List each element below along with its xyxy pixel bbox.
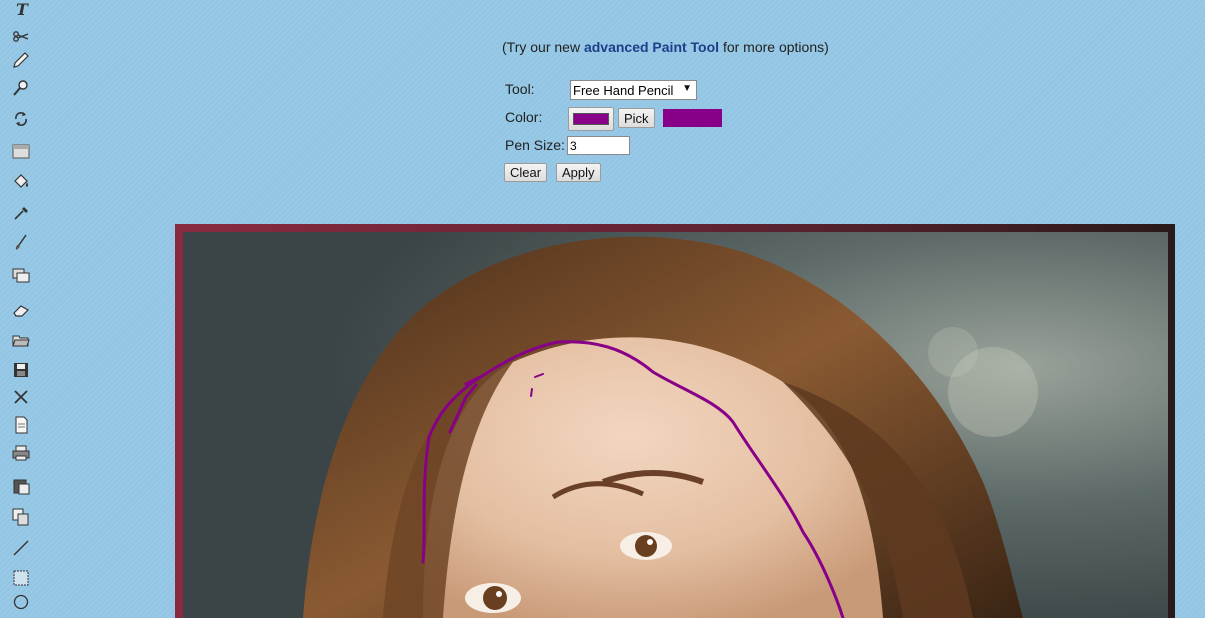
eraser-tool-button[interactable] [8, 298, 34, 322]
close-tool-button[interactable] [8, 385, 34, 409]
clear-button[interactable]: Clear [504, 163, 548, 182]
paste-tool-button[interactable] [8, 474, 34, 498]
zoom-icon [13, 80, 28, 96]
line-icon [13, 540, 29, 556]
eye-highlight [496, 591, 502, 597]
current-color-swatch [663, 109, 722, 127]
rectangle-tool-button[interactable] [8, 566, 34, 590]
print-tool-button[interactable] [8, 441, 34, 465]
tool-palette: T [8, 0, 34, 618]
copy-icon [12, 508, 29, 526]
text-icon: T [16, 0, 29, 18]
fill-tool-button[interactable] [8, 170, 34, 194]
scissors-icon [13, 31, 29, 42]
cut-tool-button[interactable] [8, 24, 34, 48]
canvas-image [183, 232, 1168, 618]
advanced-paint-tool-link[interactable]: advanced Paint Tool [584, 39, 719, 55]
copy-tool-button[interactable] [8, 505, 34, 529]
eraser-icon [13, 305, 29, 317]
circle-tool-button[interactable] [8, 590, 34, 614]
left-iris [483, 586, 507, 610]
text-tool-button[interactable]: T [8, 0, 34, 21]
color-row: Color: [505, 109, 542, 125]
layers-tool-button[interactable] [8, 263, 34, 287]
pencil-stroke [530, 388, 533, 397]
close-icon [14, 390, 28, 404]
fill-bucket-icon [14, 174, 28, 188]
new-document-icon [15, 416, 28, 434]
pencil-icon [13, 52, 29, 68]
layers-icon [12, 268, 30, 283]
pick-button[interactable]: Pick [618, 108, 655, 128]
save-tool-button[interactable] [8, 358, 34, 382]
bokeh-light [928, 327, 978, 377]
tool-label: Tool: [505, 81, 535, 97]
save-icon [14, 363, 28, 377]
gradient-tool-button[interactable] [8, 139, 34, 163]
color-label: Color: [505, 109, 543, 125]
gradient-icon [12, 144, 30, 159]
pen-size-input[interactable] [567, 136, 630, 155]
tool-row: Tool: [505, 81, 535, 97]
promo-prefix: (Try our new [502, 39, 584, 55]
tool-select-input[interactable]: Free Hand Pencil [570, 80, 697, 100]
zoom-tool-button[interactable] [8, 76, 34, 100]
brush-icon [15, 234, 27, 250]
eye-highlight [647, 539, 653, 545]
color-chip [573, 113, 609, 125]
svg-text:T: T [16, 0, 29, 18]
color-picker-button[interactable] [568, 107, 614, 131]
new-tool-button[interactable] [8, 413, 34, 437]
promo-text: (Try our new advanced Paint Tool for mor… [502, 39, 829, 55]
rotate-tool-button[interactable] [8, 107, 34, 131]
line-tool-button[interactable] [8, 536, 34, 560]
print-icon [12, 445, 30, 461]
open-folder-icon [12, 335, 30, 347]
eyedropper-tool-button[interactable] [8, 202, 34, 226]
promo-suffix: for more options) [719, 39, 829, 55]
rectangle-select-icon [13, 570, 29, 586]
pen-size-row: Pen Size: [505, 137, 565, 153]
pen-size-label: Pen Size: [505, 137, 565, 153]
apply-button[interactable]: Apply [556, 163, 601, 182]
right-iris [635, 535, 657, 557]
eyedropper-icon [14, 207, 28, 220]
rotate-icon [15, 112, 27, 126]
drawing-canvas[interactable] [183, 232, 1168, 618]
tool-select[interactable]: Free Hand Pencil ▼ [570, 80, 697, 100]
open-tool-button[interactable] [8, 328, 34, 352]
pencil-tool-button[interactable] [8, 48, 34, 72]
paste-icon [13, 479, 30, 495]
brush-tool-button[interactable] [8, 230, 34, 254]
circle-icon [13, 594, 29, 610]
